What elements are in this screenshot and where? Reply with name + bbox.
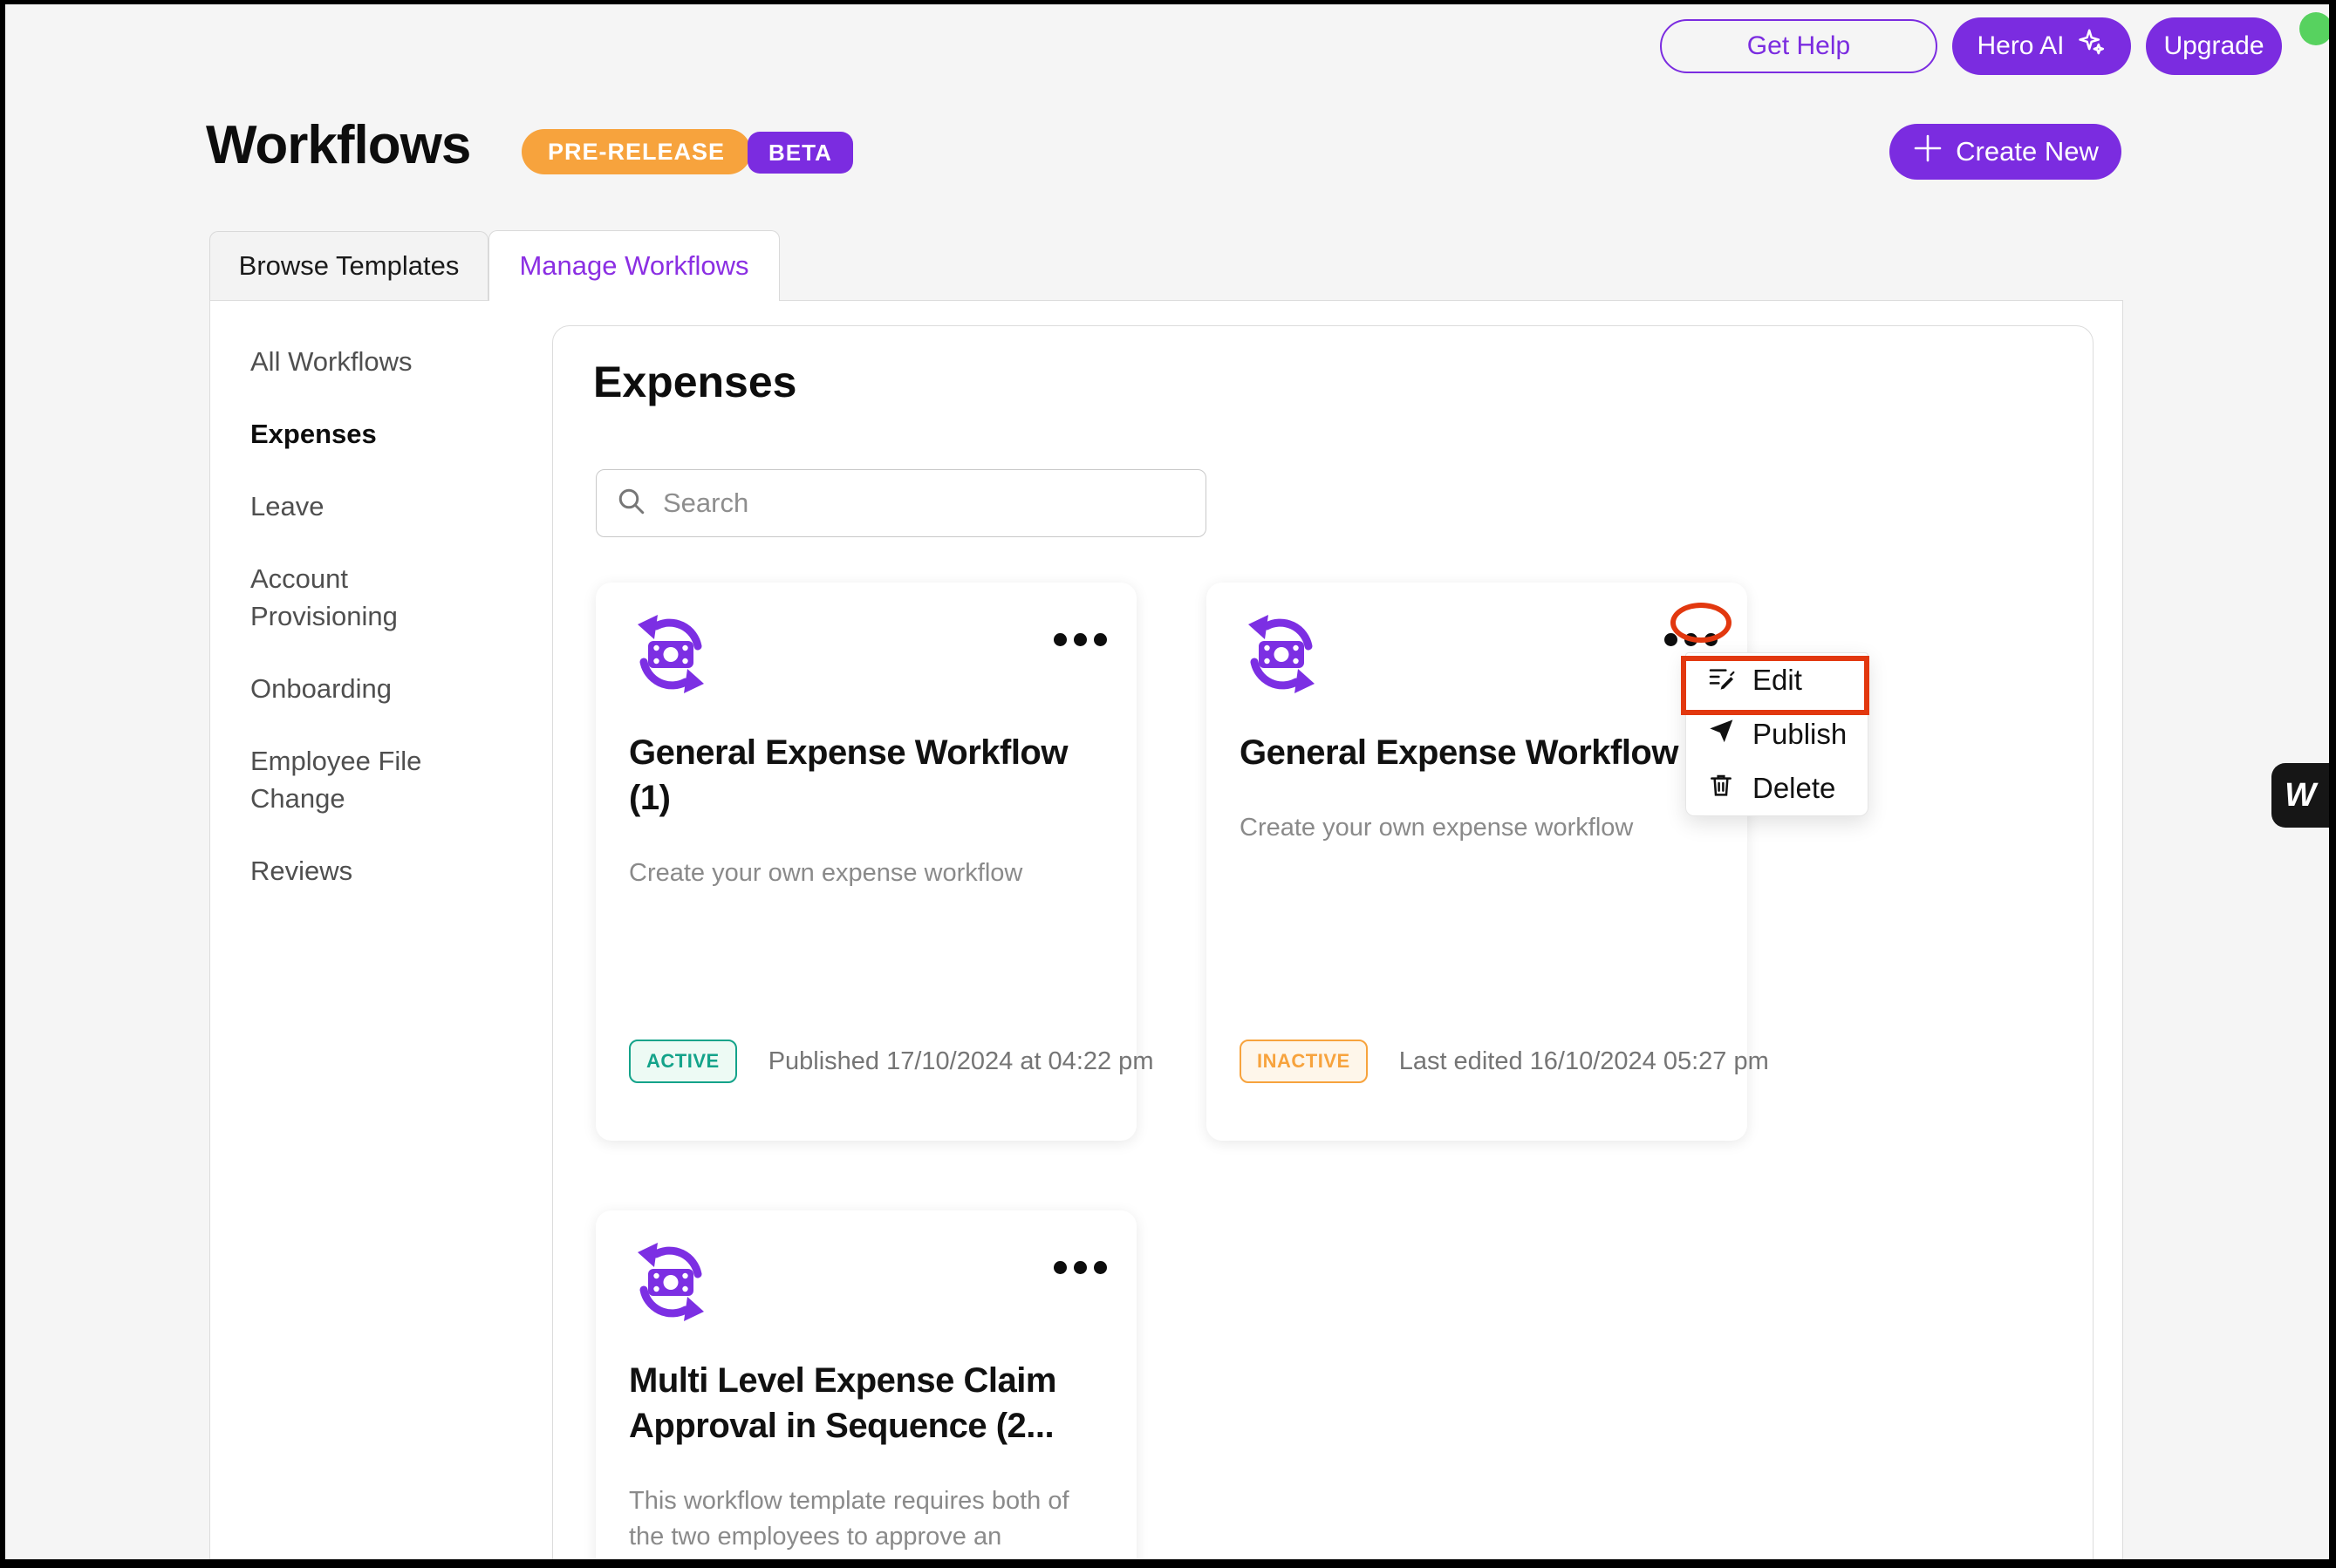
menu-item-publish[interactable]: Publish <box>1686 707 1868 761</box>
menu-item-publish-label: Publish <box>1752 718 1848 750</box>
hero-ai-button[interactable]: Hero AI <box>1952 17 2131 75</box>
search-input[interactable] <box>663 487 1186 519</box>
workflow-card[interactable]: General Expense Workflow Create your own… <box>1206 583 1769 1141</box>
create-new-label: Create New <box>1956 136 2099 167</box>
upgrade-label: Upgrade <box>2163 31 2264 60</box>
sidebar-item-employee-file-change[interactable]: Employee File Change <box>250 742 499 817</box>
tab-manage-label: Manage Workflows <box>519 250 749 281</box>
expense-sync-icon <box>629 1243 713 1327</box>
kebab-menu-icon[interactable] <box>1048 1256 1112 1279</box>
beta-badge: BETA <box>748 132 853 174</box>
menu-item-edit[interactable]: Edit <box>1686 653 1868 707</box>
sidebar-item-account-provisioning[interactable]: Account Provisioning <box>250 560 499 635</box>
recording-indicator-dot <box>2299 12 2329 45</box>
panel-heading: Expenses <box>593 358 797 406</box>
workflow-card-description: Create your own expense workflow <box>629 859 1023 887</box>
sidebar-item-expenses[interactable]: Expenses <box>250 415 499 453</box>
status-badge: ACTIVE <box>629 1040 737 1083</box>
screenshot-frame: Get Help Hero AI Upgrade Workflows PRE-R… <box>0 0 2336 1568</box>
workflow-card[interactable]: General Expense Workflow (1) Create your… <box>596 583 1153 1141</box>
workflow-card-footer: ACTIVE Published 17/10/2024 at 04:22 pm <box>629 1040 1153 1083</box>
tab-browse-templates[interactable]: Browse Templates <box>209 231 488 300</box>
search-box[interactable] <box>596 469 1206 537</box>
card-context-menu: Edit Publish Delete <box>1685 652 1868 816</box>
workflow-card-footer: INACTIVE Last edited 16/10/2024 05:27 pm <box>1240 1040 1769 1083</box>
expense-sync-icon <box>629 615 713 699</box>
status-badge: INACTIVE <box>1240 1040 1368 1083</box>
workflow-card-description: Create your own expense workflow <box>1240 814 1634 842</box>
kebab-menu-icon[interactable] <box>1659 628 1723 651</box>
kebab-menu-icon[interactable] <box>1048 628 1112 651</box>
workflow-card[interactable]: Multi Level Expense Claim Approval in Se… <box>596 1210 1137 1559</box>
w-logo-icon: W <box>2285 776 2316 814</box>
sidebar-item-reviews[interactable]: Reviews <box>250 852 499 890</box>
tab-manage-workflows[interactable]: Manage Workflows <box>488 230 780 301</box>
menu-item-delete-label: Delete <box>1752 772 1836 804</box>
last-edited-timestamp: Last edited 16/10/2024 05:27 pm <box>1398 1046 1769 1075</box>
workflow-card-title: Multi Level Expense Claim Approval in Se… <box>629 1361 1056 1445</box>
workflow-card-description: This workflow template requires both of … <box>629 1487 1069 1559</box>
menu-item-edit-label: Edit <box>1752 664 1802 696</box>
sparkles-icon <box>2077 28 2107 65</box>
publish-icon <box>1707 717 1735 752</box>
app-page: Get Help Hero AI Upgrade Workflows PRE-R… <box>5 4 2329 1559</box>
sidebar-item-onboarding[interactable]: Onboarding <box>250 670 499 707</box>
tab-browse-label: Browse Templates <box>238 250 460 281</box>
create-new-button[interactable]: Create New <box>1889 124 2121 180</box>
workflow-card-title: General Expense Workflow <box>1240 733 1678 772</box>
expense-sync-icon <box>1240 615 1323 699</box>
search-icon <box>616 486 647 522</box>
category-sidebar: All Workflows Expenses Leave Account Pro… <box>250 343 499 924</box>
edit-icon <box>1707 663 1735 698</box>
get-help-label: Get Help <box>1746 31 1851 60</box>
sidebar-item-leave[interactable]: Leave <box>250 487 499 525</box>
page-title: Workflows <box>206 115 471 175</box>
plus-icon <box>1912 133 1943 171</box>
upgrade-button[interactable]: Upgrade <box>2146 17 2282 75</box>
get-help-button[interactable]: Get Help <box>1660 19 1937 73</box>
workflow-card-title: General Expense Workflow (1) <box>629 733 1068 817</box>
pre-release-badge: PRE-RELEASE <box>522 129 752 174</box>
menu-item-delete[interactable]: Delete <box>1686 761 1868 815</box>
trash-icon <box>1707 771 1735 806</box>
published-timestamp: Published 17/10/2024 at 04:22 pm <box>768 1046 1154 1075</box>
sidebar-item-all-workflows[interactable]: All Workflows <box>250 343 499 380</box>
hero-ai-label: Hero AI <box>1977 31 2065 60</box>
widget-tab[interactable]: W <box>2271 763 2329 828</box>
